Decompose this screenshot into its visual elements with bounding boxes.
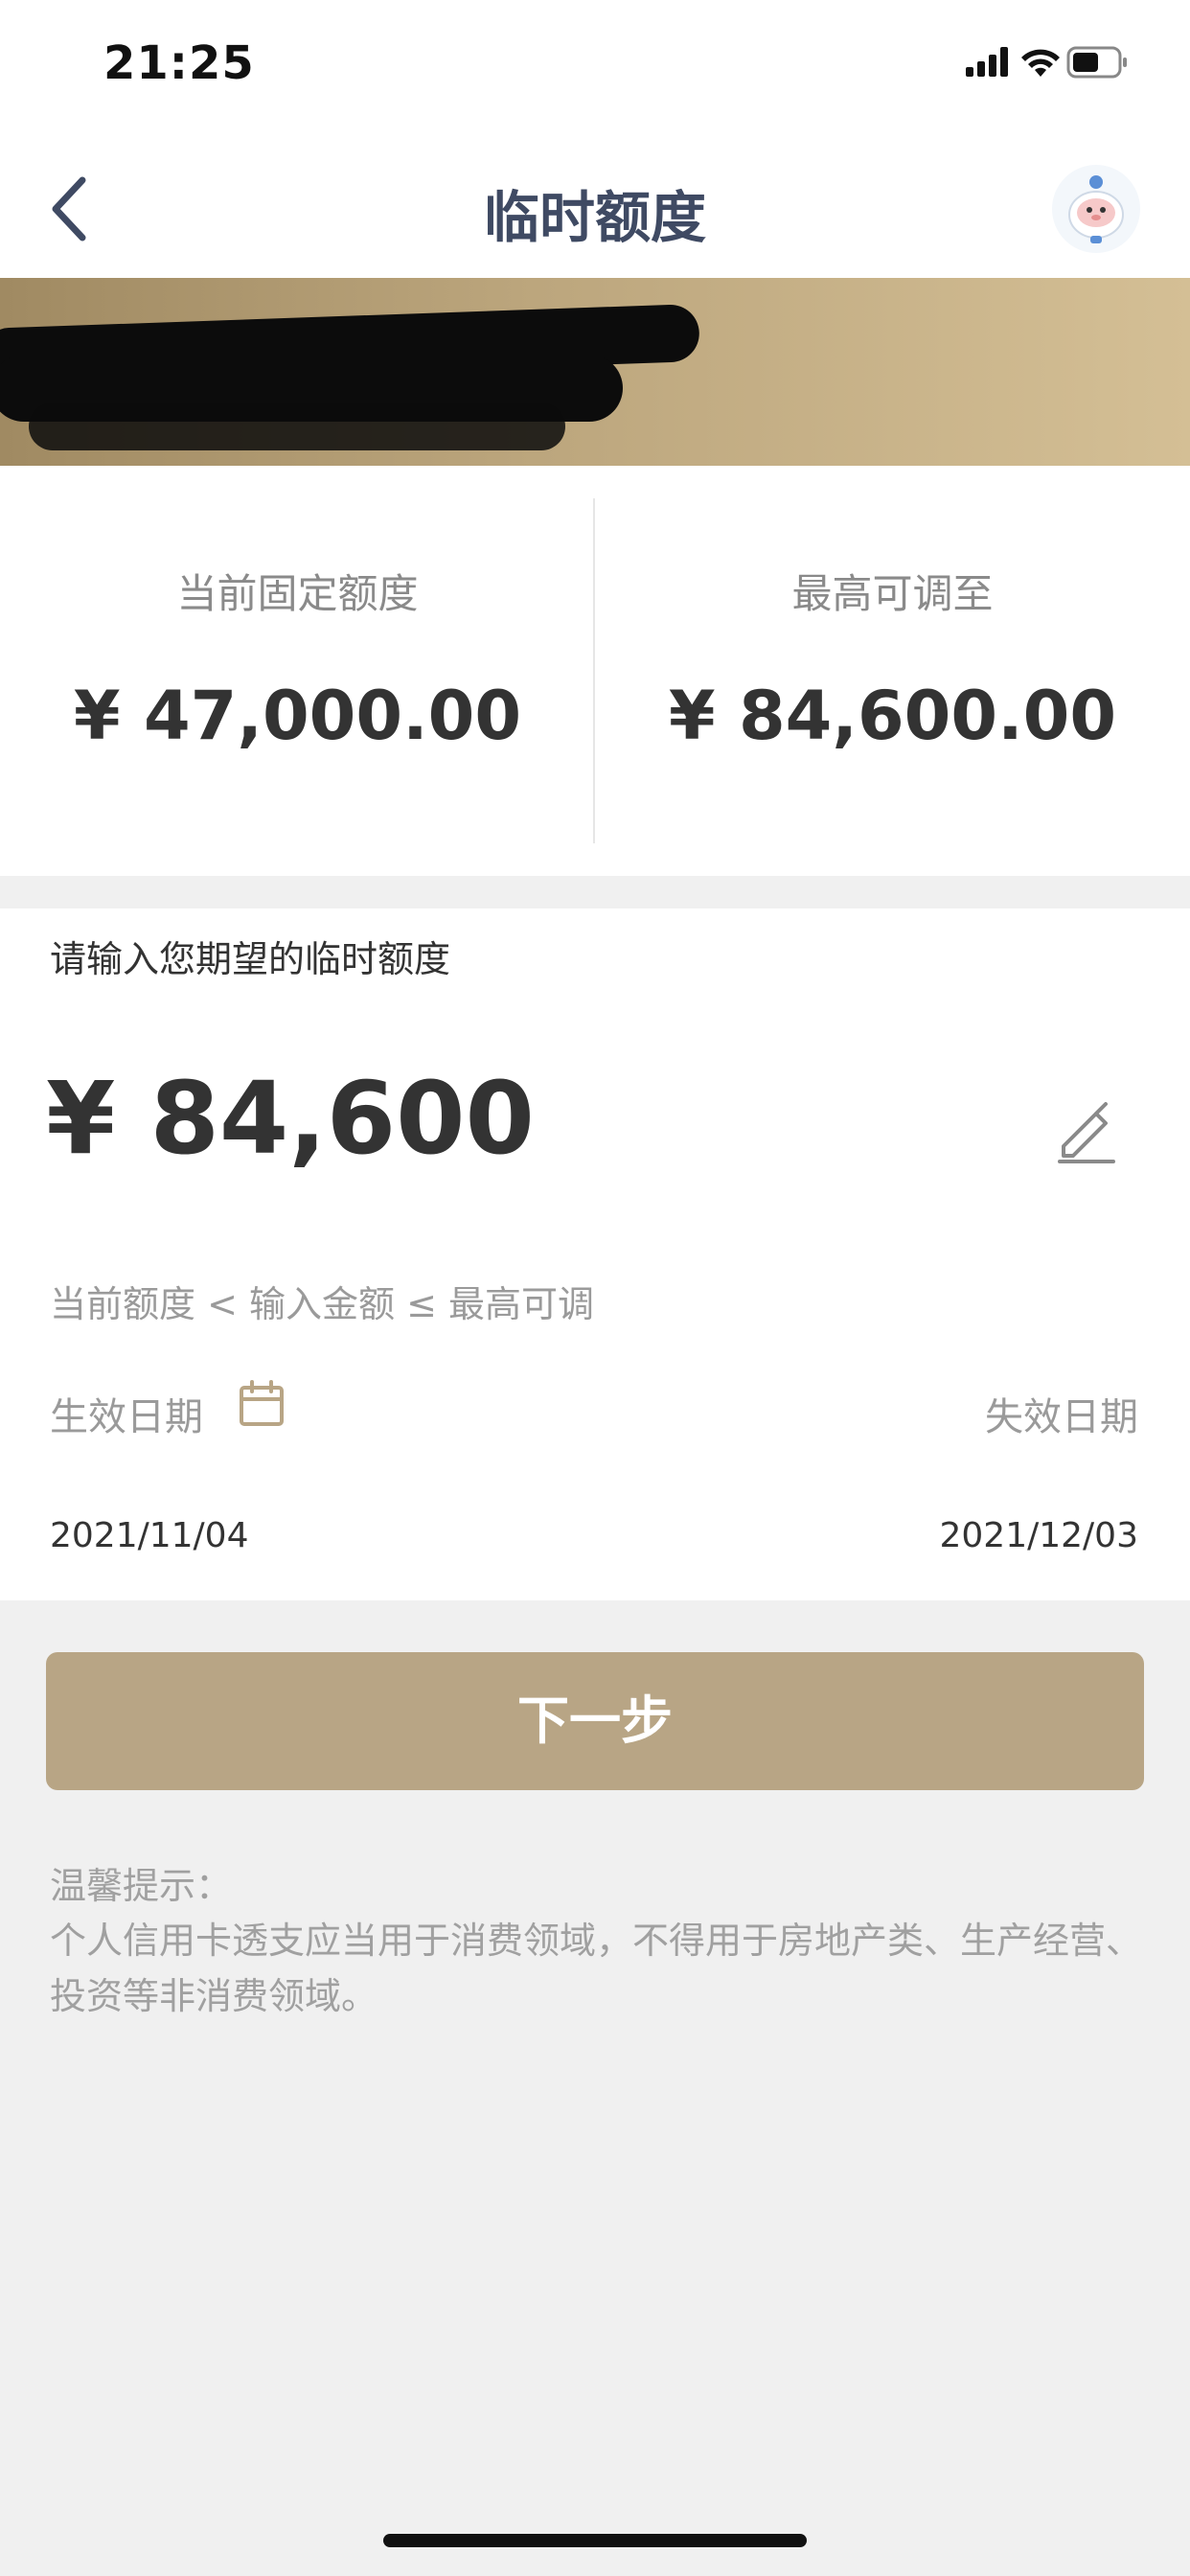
status-bar: 21:25 bbox=[0, 0, 1190, 132]
tips-title: 温馨提示： bbox=[50, 1865, 233, 1907]
range-hint: 当前额度 < 输入金额 ≤ 最高可调 bbox=[50, 1283, 594, 1325]
start-date-label: 生效日期 bbox=[50, 1395, 203, 1439]
assistant-avatar-button[interactable] bbox=[1052, 165, 1140, 253]
end-date-value: 2021/12/03 bbox=[939, 1516, 1139, 1555]
start-date-value[interactable]: 2021/11/04 bbox=[50, 1516, 249, 1555]
home-indicator[interactable] bbox=[383, 2534, 807, 2547]
status-time: 21:25 bbox=[103, 36, 255, 90]
amount-prompt: 请输入您期望的临时额度 bbox=[50, 938, 451, 980]
current-limit: 当前固定额度 ¥ 47,000.00 bbox=[0, 466, 595, 876]
limits-panel: 当前固定额度 ¥ 47,000.00 最高可调至 ¥ 84,600.00 bbox=[0, 466, 1190, 876]
redacted-area bbox=[29, 402, 565, 450]
max-limit-label: 最高可调至 bbox=[791, 570, 994, 617]
wifi-icon bbox=[1021, 49, 1060, 77]
status-icons-svg bbox=[966, 46, 1127, 79]
calendar-button[interactable] bbox=[238, 1380, 286, 1428]
card-banner bbox=[0, 278, 1190, 466]
pencil-icon bbox=[1058, 1102, 1115, 1163]
amount-input[interactable]: ¥ 84,600 bbox=[46, 1060, 535, 1177]
current-limit-label: 当前固定额度 bbox=[176, 570, 419, 617]
next-step-button[interactable]: 下一步 bbox=[46, 1652, 1144, 1790]
page-title: 临时额度 bbox=[483, 185, 706, 250]
max-limit-value: ¥ 84,600.00 bbox=[668, 677, 1117, 755]
tips: 温馨提示： 个人信用卡透支应当用于消费领域，不得用于房地产类、生产经营、投资等非… bbox=[50, 1859, 1142, 2024]
nav-bar: 临时额度 bbox=[0, 132, 1190, 278]
end-date-label: 失效日期 bbox=[985, 1395, 1138, 1439]
assistant-avatar-icon bbox=[1054, 167, 1138, 251]
current-limit-value: ¥ 47,000.00 bbox=[73, 677, 522, 755]
battery-icon bbox=[1066, 46, 1127, 79]
temp-limit-form: 请输入您期望的临时额度 ¥ 84,600 当前额度 < 输入金额 ≤ 最高可调 … bbox=[0, 908, 1190, 1600]
max-limit: 最高可调至 ¥ 84,600.00 bbox=[595, 466, 1190, 876]
tips-body: 个人信用卡透支应当用于消费领域，不得用于房地产类、生产经营、投资等非消费领域。 bbox=[50, 1920, 1143, 2017]
status-icons bbox=[966, 42, 1129, 80]
signal-icon bbox=[966, 47, 1008, 77]
edit-amount-button[interactable] bbox=[1054, 1098, 1121, 1165]
calendar-icon bbox=[240, 1380, 284, 1426]
